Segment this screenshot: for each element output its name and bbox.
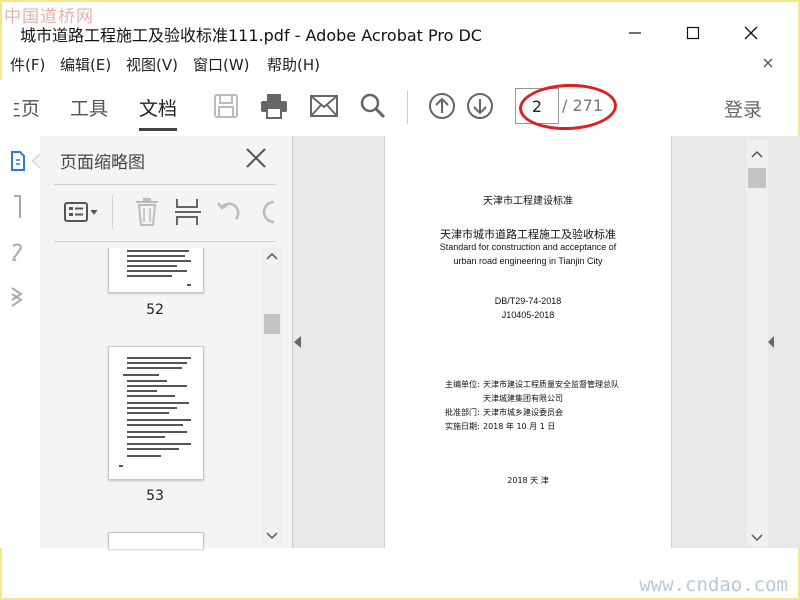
doc-info-label-approver: 批准部门: <box>445 408 480 417</box>
toolbar-separator <box>407 90 408 124</box>
collapse-right-icon[interactable] <box>768 336 774 348</box>
doc-code-2: J10405-2018 <box>501 310 555 320</box>
maximize-button[interactable] <box>670 18 716 48</box>
bookmark-icon[interactable] <box>10 194 24 220</box>
thumbnail-label-52: 52 <box>146 302 164 318</box>
doc-footer: 2018 天 津 <box>507 476 549 485</box>
watermark-bottom-right: www.cndao.com <box>639 574 788 596</box>
prev-page-icon <box>429 93 455 119</box>
doc-title-en-1: Standard for construction and acceptance… <box>439 242 617 252</box>
insert-page-icon[interactable] <box>174 197 202 227</box>
login-link[interactable]: 登录 <box>724 95 762 122</box>
doc-code-1: DB/T29-74-2018 <box>494 296 562 306</box>
thumbnails-scroll-thumb[interactable] <box>264 314 280 334</box>
thumbnail-page-next[interactable] <box>108 532 204 549</box>
toolbar: 主页 工具 文档 <box>0 80 800 136</box>
email-button[interactable] <box>306 88 342 124</box>
close-window-button[interactable] <box>728 18 774 48</box>
collapse-left-icon[interactable] <box>294 336 302 348</box>
doc-info-label-editor: 主编单位: <box>445 380 480 389</box>
doc-info-label-date: 实施日期: <box>445 422 480 431</box>
save-icon <box>214 94 238 118</box>
email-icon <box>310 95 338 117</box>
prev-page-button[interactable] <box>424 88 460 124</box>
thumbnails-scrollbar[interactable] <box>262 248 282 546</box>
panel-toolbar <box>54 184 276 242</box>
page-thumbnails-icon[interactable] <box>10 150 26 172</box>
rotate-right-icon[interactable] <box>258 199 276 225</box>
watermark-top-left: 中国道桥网 <box>4 7 94 27</box>
menu-help[interactable]: 帮助(H) <box>267 54 320 75</box>
thumbnail-page-52[interactable] <box>108 248 204 293</box>
doc-info-value-date: 2018 年 10 月 1 日 <box>483 422 556 431</box>
tab-tools[interactable]: 工具 <box>70 94 108 121</box>
document-scroll-thumb[interactable] <box>748 168 766 188</box>
menu-edit[interactable]: 编辑(E) <box>60 54 111 75</box>
search-icon <box>360 93 386 119</box>
document-scrollbar[interactable] <box>746 140 768 546</box>
thumbnail-label-53: 53 <box>146 488 164 504</box>
thumbnail-page-53[interactable] <box>108 346 204 480</box>
attachment-icon[interactable] <box>10 240 24 262</box>
doc-scroll-down-icon[interactable] <box>751 534 763 542</box>
rotate-left-icon[interactable] <box>216 199 242 225</box>
maximize-icon <box>686 26 700 40</box>
panel-close-icon[interactable] <box>244 146 268 170</box>
scroll-down-icon[interactable] <box>266 532 278 540</box>
close-document-icon[interactable] <box>763 58 773 68</box>
minimize-icon <box>629 32 641 34</box>
doc-info-value-editor: 天津市建设工程质量安全监督管理总队 <box>483 380 619 389</box>
print-icon <box>261 94 287 119</box>
title-bar: 城市道路工程施工及验收标准111.pdf - Adobe Acrobat Pro… <box>0 14 800 52</box>
next-page-icon <box>467 93 493 119</box>
doc-title-en-2: urban road engineering in Tianjin City <box>453 256 603 266</box>
menu-view[interactable]: 视图(V) <box>126 54 178 75</box>
doc-header: 天津市工程建设标准 <box>483 196 573 207</box>
menu-file[interactable]: 件(F) <box>10 54 45 75</box>
minimize-button[interactable] <box>612 18 658 48</box>
doc-scroll-up-icon[interactable] <box>751 150 763 158</box>
panel-title: 页面缩略图 <box>60 153 145 173</box>
close-icon <box>744 26 758 40</box>
menu-window[interactable]: 窗口(W) <box>193 54 250 75</box>
document-page: 天津市工程建设标准 天津市城市道路工程施工及验收标准 Standard for … <box>384 136 672 548</box>
tab-document[interactable]: 文档 <box>139 94 178 131</box>
save-button[interactable] <box>208 88 244 124</box>
doc-info-value-approver: 天津市城乡建设委员会 <box>483 408 563 417</box>
navigation-strip <box>0 136 40 548</box>
doc-info-value-coeditor: 天津城建集团有限公司 <box>483 394 563 403</box>
thumbnail-options-icon[interactable] <box>64 201 100 223</box>
delete-page-icon[interactable] <box>134 197 160 227</box>
layers-icon[interactable] <box>10 284 24 310</box>
thumbnails-panel: 页面缩略图 52 53 <box>40 136 293 549</box>
print-button[interactable] <box>256 88 292 124</box>
menu-bar: 件(F) 编辑(E) 视图(V) 窗口(W) 帮助(H) <box>0 52 800 76</box>
panel-pointer-icon <box>32 154 40 168</box>
next-page-button[interactable] <box>462 88 498 124</box>
search-button[interactable] <box>355 88 391 124</box>
scroll-up-icon[interactable] <box>266 252 278 260</box>
doc-title-cn: 天津市城市道路工程施工及验收标准 <box>440 228 616 241</box>
